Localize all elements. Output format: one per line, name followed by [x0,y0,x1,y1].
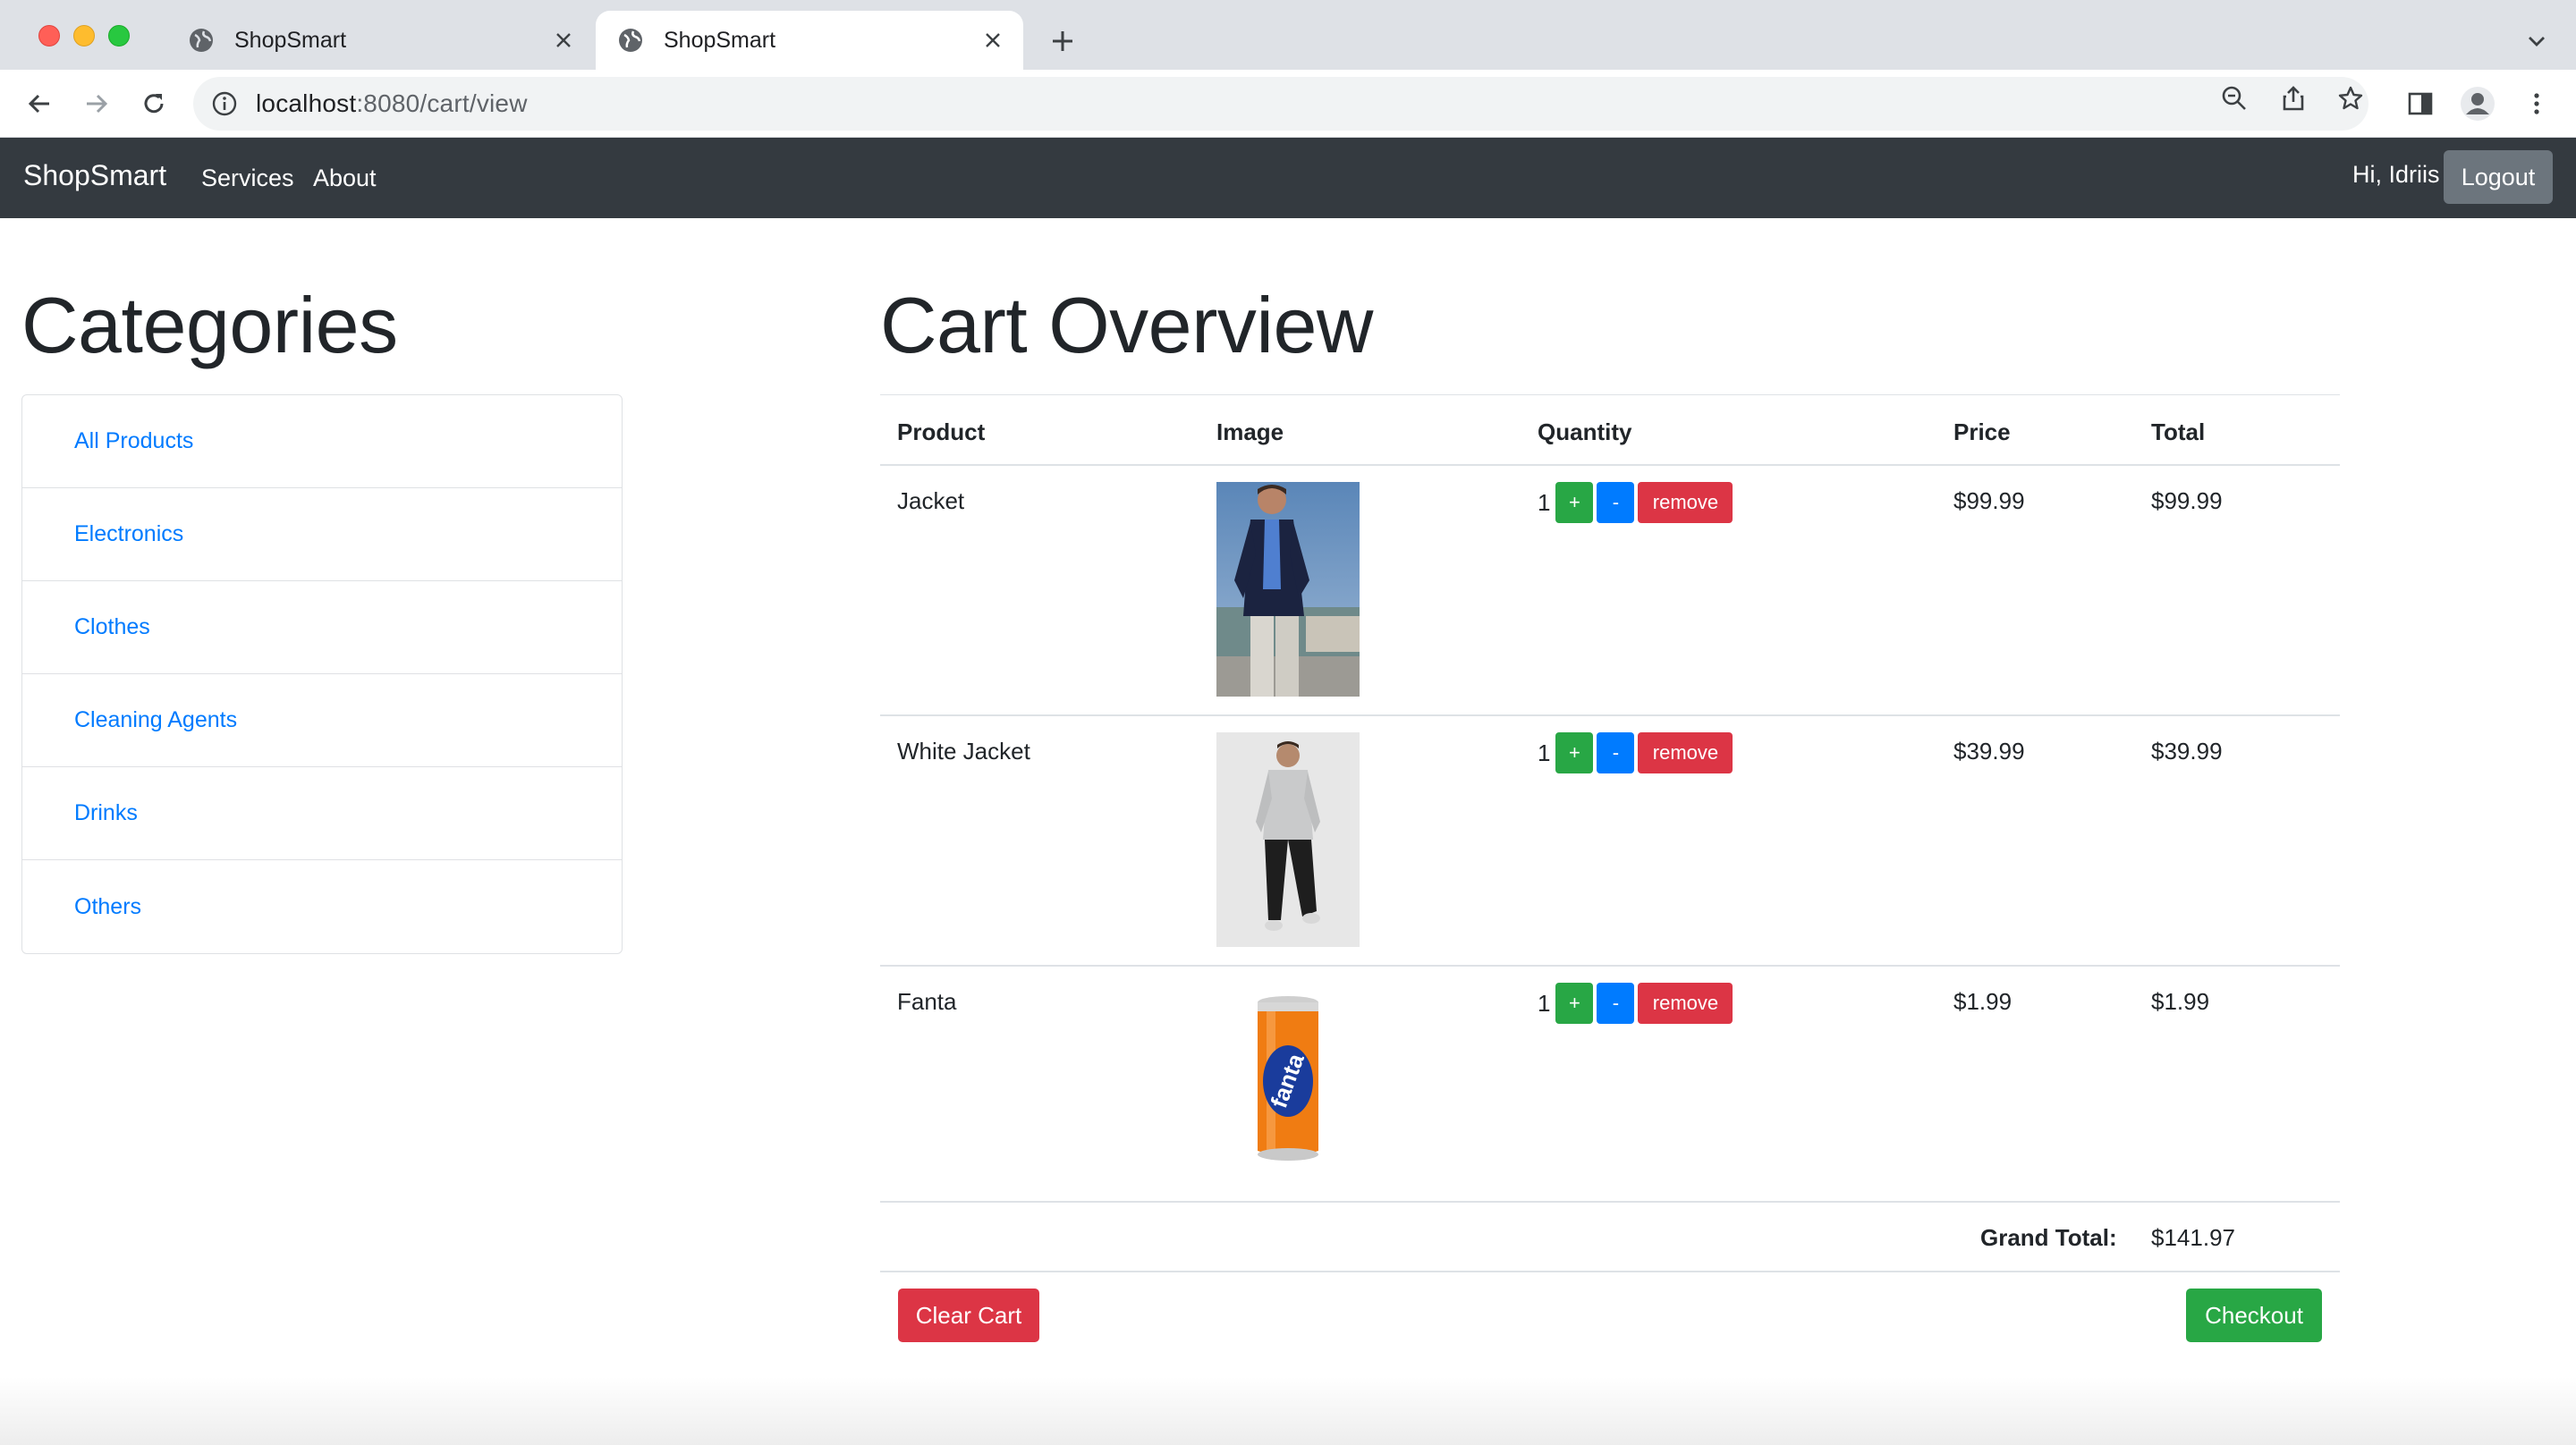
table-header: Product Image Quantity Price Total [880,394,2340,466]
decrease-quantity-button[interactable]: - [1597,482,1635,523]
tab-title: ShopSmart [234,27,347,53]
user-greeting: Hi, Idriis [2352,161,2440,188]
grand-total-row: Grand Total: $141.97 [880,1203,2340,1272]
grand-total-label: Grand Total: [1980,1224,2117,1251]
star-icon [2338,86,2363,110]
item-total: $39.99 [2151,738,2223,765]
window-bottom-shadow [0,1377,2576,1445]
side-panel-icon [2408,92,2433,115]
page-title: Cart Overview [880,281,1373,369]
increase-quantity-button[interactable]: + [1555,983,1594,1024]
item-price: $1.99 [1953,988,2012,1015]
product-name: White Jacket [897,738,1030,765]
quantity-value: 1 [1538,739,1551,766]
remove-item-button[interactable]: remove [1638,482,1733,523]
quantity-control: 1 + - remove [1538,482,1736,523]
zoom-icon [2222,86,2246,110]
window-close-button[interactable] [38,25,60,46]
quantity-control: 1 + - remove [1538,732,1736,773]
more-vertical-icon [2534,93,2539,114]
avatar-icon [2461,87,2495,121]
quantity-control: 1 + - remove [1538,983,1736,1024]
profile-button[interactable] [2458,84,2497,123]
chevron-down-icon [2529,37,2545,46]
bookmark-button[interactable] [2333,80,2368,116]
category-item-clothes[interactable]: Clothes [22,581,622,674]
table-row: Jacket 1 + - remove $99.99 $99.99 [880,466,2340,716]
column-header-image: Image [1216,418,1284,445]
share-icon [2283,86,2304,111]
category-item-others[interactable]: Others [22,860,622,953]
product-image-white-jacket [1216,732,1360,947]
nav-link-services[interactable]: Services [201,165,294,192]
column-header-price: Price [1953,418,2011,445]
table-row: Fanta fanta 1 + - remove $1.99 $1.99 [880,967,2340,1203]
browser-tab-2[interactable]: ShopSmart [596,11,1023,70]
forward-button[interactable] [77,84,116,123]
column-header-quantity: Quantity [1538,418,1632,445]
url-text: localhost:8080/cart/view [256,89,528,117]
tab-title: ShopSmart [664,27,776,53]
window-maximize-button[interactable] [108,25,130,46]
back-button[interactable] [20,84,59,123]
cart-table: Product Image Quantity Price Total Jacke… [880,394,2340,1272]
table-row: White Jacket 1 + - remove $39.99 $39.99 [880,716,2340,967]
item-total: $99.99 [2151,487,2223,514]
checkout-button[interactable]: Checkout [2186,1289,2322,1342]
category-item-electronics[interactable]: Electronics [22,488,622,581]
zoom-button[interactable] [2216,80,2252,116]
item-price: $39.99 [1953,738,2025,765]
browser-toolbar: localhost:8080/cart/view [0,70,2576,138]
categories-heading: Categories [21,281,398,369]
browser-tab-1[interactable]: ShopSmart [166,11,599,70]
globe-icon [617,27,644,54]
clear-cart-button[interactable]: Clear Cart [898,1289,1039,1342]
increase-quantity-button[interactable]: + [1555,732,1594,773]
product-name: Fanta [897,988,957,1015]
address-bar[interactable]: localhost:8080/cart/view [193,77,2368,131]
tab-search-button[interactable] [2519,23,2555,59]
item-total: $1.99 [2151,988,2210,1015]
close-icon[interactable] [546,22,581,58]
category-item-drinks[interactable]: Drinks [22,767,622,860]
brand-logo[interactable]: ShopSmart [23,159,166,192]
decrease-quantity-button[interactable]: - [1597,983,1635,1024]
plus-icon [1053,31,1072,51]
nav-link-about[interactable]: About [313,165,377,192]
quantity-value: 1 [1538,488,1551,516]
globe-icon [188,27,215,54]
product-name: Jacket [897,487,965,514]
category-list: All Products Electronics Clothes Cleanin… [21,394,623,954]
grand-total-value: $141.97 [2151,1224,2235,1251]
browser-chrome: ShopSmart ShopSmart localhost:8080/cart/… [0,0,2576,138]
remove-item-button[interactable]: remove [1638,732,1733,773]
column-header-product: Product [897,418,986,445]
close-icon[interactable] [975,22,1011,58]
column-header-total: Total [2151,418,2206,445]
logout-button[interactable]: Logout [2444,150,2553,204]
category-item-cleaning-agents[interactable]: Cleaning Agents [22,674,622,767]
item-price: $99.99 [1953,487,2025,514]
arrow-right-icon [87,94,108,114]
increase-quantity-button[interactable]: + [1555,482,1594,523]
quantity-value: 1 [1538,989,1551,1017]
side-panel-button[interactable] [2401,84,2440,123]
arrow-left-icon [28,94,49,114]
reload-button[interactable] [134,84,174,123]
site-navbar: ShopSmart Services About Hi, Idriis Logo… [0,138,2576,218]
remove-item-button[interactable]: remove [1638,983,1733,1024]
product-image-fanta: fanta [1216,983,1360,1179]
window-minimize-button[interactable] [73,25,95,46]
product-image-jacket [1216,482,1360,697]
reload-icon [144,94,164,114]
decrease-quantity-button[interactable]: - [1597,732,1635,773]
browser-menu-button[interactable] [2517,84,2556,123]
category-item-all-products[interactable]: All Products [22,395,622,488]
info-icon[interactable] [211,90,238,117]
new-tab-button[interactable] [1045,23,1080,59]
share-button[interactable] [2275,80,2311,116]
